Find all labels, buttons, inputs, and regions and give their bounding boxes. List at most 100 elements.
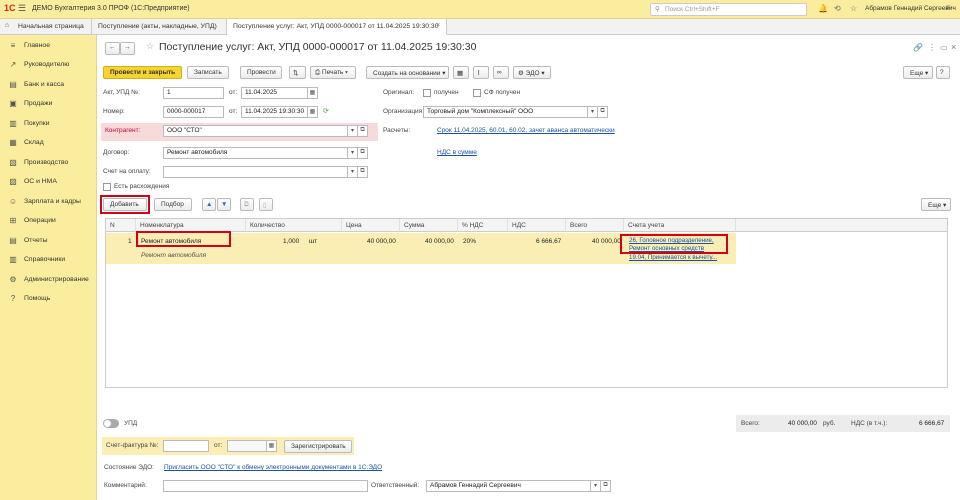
attach-button[interactable]: ⌇ [473, 66, 489, 79]
sidebar-item-purchases[interactable]: ▥ Покупки [0, 116, 97, 134]
sidebar-item-bank[interactable]: ▤ Банк и касса [0, 77, 97, 95]
sf-date-field[interactable] [227, 440, 267, 452]
save-button[interactable]: Записать [187, 66, 229, 79]
sidebar-item-warehouse[interactable]: ▦ Склад [0, 135, 97, 153]
open-icon[interactable]: ⧉ [358, 125, 368, 137]
row-account-3[interactable]: 19.04, Принимается к вычету... [629, 254, 727, 261]
vat-link[interactable]: НДС в сумме [437, 149, 477, 156]
invoice-field[interactable] [163, 166, 348, 178]
comment-field[interactable] [163, 480, 368, 492]
close-icon[interactable]: × [951, 42, 956, 52]
number-date-field[interactable]: 11.04.2025 19:30:30 [241, 106, 308, 118]
star-icon[interactable]: ☆ [146, 41, 154, 52]
user-name[interactable]: Абрамов Геннадий Сергеевич [865, 5, 956, 12]
move-up-button[interactable]: ▲ [202, 198, 216, 211]
sf-received-checkbox[interactable] [473, 89, 481, 97]
back-button[interactable]: ← [105, 42, 120, 55]
more-vertical-icon[interactable]: ⋮ [928, 43, 936, 52]
act-date-field[interactable]: 11.04.2025 [241, 87, 308, 99]
row-price[interactable]: 40 000,00 [367, 238, 396, 245]
row-total[interactable]: 40 000,00 [592, 238, 621, 245]
forward-button[interactable]: → [120, 42, 135, 55]
help-button[interactable]: ? [936, 66, 950, 79]
col-header-sum[interactable]: Сумма [400, 219, 458, 232]
link-button[interactable]: ∞ [493, 66, 509, 79]
post-button[interactable]: Провести [240, 66, 282, 79]
calendar-icon[interactable]: ▦ [267, 440, 277, 452]
col-header-total[interactable]: Всего [566, 219, 624, 232]
table-button[interactable]: ▦ [453, 66, 469, 79]
chevron-down-icon[interactable]: ▾ [591, 480, 601, 492]
sidebar-item-production[interactable]: ▧ Производство [0, 155, 97, 173]
sidebar-item-assets[interactable]: ▨ ОС и НМА [0, 174, 97, 192]
chevron-down-icon[interactable]: ▾ [348, 125, 358, 137]
print-button[interactable]: ⎙ Печать ▾ [310, 66, 356, 79]
discrepancy-checkbox[interactable] [103, 183, 111, 191]
calendar-icon[interactable]: ▦ [308, 87, 318, 99]
maximize-icon[interactable]: ▭ [940, 43, 948, 52]
refresh-icon[interactable]: ⟳ [323, 107, 329, 115]
col-header-price[interactable]: Цена [342, 219, 400, 232]
chevron-down-icon[interactable]: ▾ [348, 147, 358, 159]
row-unit[interactable]: шт [309, 238, 317, 245]
more-button[interactable]: Еще ▾ [903, 66, 933, 79]
open-icon[interactable]: ⧉ [601, 480, 611, 492]
calendar-icon[interactable]: ▦ [308, 106, 318, 118]
open-icon[interactable]: ⧉ [358, 147, 368, 159]
settlements-link[interactable]: Срок 11.04.2025, 60.01, 60.02, зачет ава… [437, 127, 615, 134]
sidebar-item-manager[interactable]: ↗ Руководителю [0, 57, 97, 75]
window-menu-icon[interactable]: ≡ [946, 3, 951, 12]
sidebar-item-operations[interactable]: ⊞ Операции [0, 213, 97, 231]
create-based-on-button[interactable]: Создать на основании ▾ [366, 66, 449, 79]
organization-field[interactable]: Торговый дом "Комплексный" ООО [423, 106, 588, 118]
sidebar-item-reports[interactable]: ▤ Отчеты [0, 233, 97, 251]
edo-invite-link[interactable]: Пригласить ООО "СТО" к обмену электронны… [164, 464, 382, 471]
act-number-field[interactable]: 1 [163, 87, 224, 99]
menu-icon[interactable]: ☰ [18, 3, 26, 14]
edo-button[interactable]: ⚙ ЭДО ▾ [513, 66, 551, 79]
tab-current-doc[interactable]: Поступление услуг: Акт, УПД 0000-000017 … [227, 19, 447, 35]
pick-button[interactable]: Подбор [154, 198, 192, 211]
link-icon[interactable]: 🔗 [913, 43, 923, 52]
open-icon[interactable]: ⧉ [358, 166, 368, 178]
col-header-accounts[interactable]: Счета учета [624, 219, 736, 232]
row-sum[interactable]: 40 000,00 [425, 238, 454, 245]
global-search-input[interactable]: ⚲ Поиск Ctrl+Shift+F [650, 3, 807, 16]
star-icon[interactable]: ☆ [850, 4, 857, 13]
col-header-n[interactable]: N [106, 219, 136, 232]
contract-field[interactable]: Ремонт автомобиля [163, 147, 348, 159]
movements-button[interactable]: ⇅ [289, 66, 306, 79]
col-header-vat-rate[interactable]: % НДС [458, 219, 508, 232]
post-and-close-button[interactable]: Провести и закрыть [103, 66, 182, 79]
tab-home[interactable]: ⌂ Начальная страница [0, 19, 92, 35]
sidebar-item-admin[interactable]: ⚙ Администрирование [0, 272, 97, 290]
upd-toggle[interactable] [103, 419, 119, 428]
sidebar-item-main[interactable]: ≡ Главное [0, 38, 97, 56]
close-icon[interactable]: × [436, 22, 440, 29]
move-down-button[interactable]: ▼ [217, 198, 231, 211]
table-more-button[interactable]: Еще ▾ [921, 198, 951, 211]
responsible-field[interactable]: Абрамов Геннадий Сергеевич [426, 480, 591, 492]
bell-icon[interactable]: 🔔 [818, 4, 828, 13]
sidebar-item-catalogs[interactable]: ▥ Справочники [0, 252, 97, 270]
history-icon[interactable]: ⟲ [834, 4, 841, 13]
open-icon[interactable]: ⧉ [598, 106, 608, 118]
register-button[interactable]: Зарегистрировать [284, 440, 352, 453]
col-header-qty[interactable]: Количество [246, 219, 342, 232]
row-qty[interactable]: 1,000 [283, 238, 299, 245]
row-vat[interactable]: 6 666,67 [536, 238, 561, 245]
paste-button[interactable]: ▯ [259, 198, 273, 211]
chevron-down-icon[interactable]: ▾ [348, 166, 358, 178]
sf-number-field[interactable] [163, 440, 209, 452]
copy-button[interactable]: ⧉ [240, 198, 254, 211]
sidebar-item-help[interactable]: ? Помощь [0, 291, 97, 309]
sidebar-item-sales[interactable]: ▣ Продажи [0, 96, 97, 114]
number-field[interactable]: 0000-000017 [163, 106, 224, 118]
chevron-down-icon[interactable]: ▾ [588, 106, 598, 118]
tab-receipts[interactable]: Поступление (акты, накладные, УПД) [92, 19, 227, 35]
original-received-checkbox[interactable] [423, 89, 431, 97]
row-vat-rate[interactable]: 20% [463, 238, 476, 245]
contractor-field[interactable]: ООО "СТО" [163, 125, 348, 137]
sidebar-item-salary[interactable]: ☺ Зарплата и кадры [0, 194, 97, 212]
col-header-vat[interactable]: НДС [508, 219, 566, 232]
